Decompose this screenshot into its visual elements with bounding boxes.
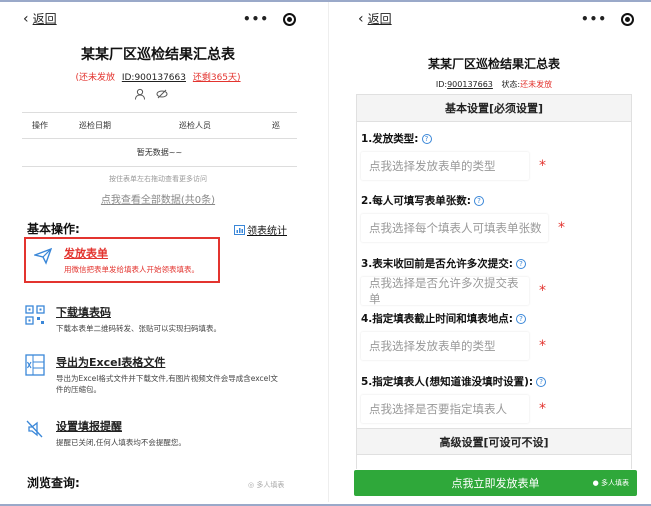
- screenshot: ‹ 返回 ••• 某某厂区巡检结果汇总表 (还未发放 ID:900137663 …: [0, 0, 651, 506]
- form-meta-right: ID:900137663 状态:还未发放: [435, 80, 553, 89]
- browse-heading: 浏览查询:: [27, 476, 80, 490]
- qrcode-icon: [24, 304, 46, 326]
- help-icon[interactable]: ?: [474, 195, 484, 206]
- more-icon[interactable]: •••: [581, 12, 607, 26]
- required-marker: *: [558, 220, 565, 236]
- chevron-left-icon: ‹: [23, 10, 29, 27]
- chart-icon: [234, 224, 245, 235]
- advanced-settings-panel: [356, 455, 632, 469]
- send-icon: [32, 245, 54, 267]
- data-table[interactable]: 操作 巡检日期 巡检人员 巡 暂无数据~~: [22, 112, 297, 167]
- required-marker: *: [539, 338, 546, 354]
- help-icon[interactable]: ?: [516, 258, 526, 269]
- panel-separator: [328, 2, 329, 502]
- view-all-link[interactable]: 点我查看全部数据(共0条): [19, 191, 297, 206]
- op-set-reminder[interactable]: 设置填报提醒 提醒已关闭,任何人填表均不会提醒您。: [24, 418, 299, 448]
- back-button[interactable]: ‹ 返回: [23, 10, 57, 27]
- basic-settings-header: 基本设置[必须设置]: [357, 95, 631, 122]
- distribute-now-button[interactable]: 点我立即发放表单 ● 多人填表: [354, 470, 637, 496]
- required-marker: *: [539, 401, 546, 417]
- select-assign-fillers[interactable]: 点我选择是否要指定填表人: [361, 395, 529, 423]
- form-meta: (还未发放 ID:900137663 还剩365天): [75, 73, 241, 83]
- field-multiple-submit: 3.表末收回前是否允许多次提交:? 点我选择是否允许多次提交表单 *: [361, 258, 546, 306]
- user-icon[interactable]: [134, 88, 146, 100]
- eye-off-icon[interactable]: [156, 88, 168, 100]
- form-id-link-right[interactable]: 900137663: [447, 80, 493, 89]
- select-deadline-location[interactable]: 点我选择发放表单的类型: [361, 332, 529, 360]
- select-distribution-type[interactable]: 点我选择发放表单的类型: [361, 152, 529, 180]
- help-icon[interactable]: ?: [536, 376, 547, 387]
- page-title: 某某厂区巡检结果汇总表: [81, 47, 235, 63]
- table-empty-row: 暂无数据~~: [22, 139, 297, 167]
- top-divider: [0, 0, 651, 2]
- stats-link[interactable]: 领表统计: [234, 222, 287, 237]
- field-deadline-location: 4.指定填表截止时间和填表地点:? 点我选择发放表单的类型 *: [361, 311, 631, 360]
- table-header: 操作 巡检日期 巡检人员 巡: [22, 113, 297, 139]
- basic-ops-heading: 基本操作:: [27, 222, 80, 236]
- field-assign-fillers: 5.指定填表人(想知道谁没填时设置):? 点我选择是否要指定填表人 *: [361, 374, 631, 423]
- page-title-right: 某某厂区巡检结果汇总表: [427, 57, 560, 71]
- chevron-left-icon: ‹: [358, 10, 364, 27]
- swipe-hint: 按住表单左右拖动查看更多访问: [109, 175, 207, 183]
- field-distribution-type: 1.发放类型:? 点我选择发放表单的类型 *: [361, 131, 631, 180]
- excel-icon: [24, 354, 46, 376]
- brand-watermark-left: ◎ 多人填表: [248, 481, 285, 489]
- wechat-icon: ◎: [248, 481, 255, 489]
- form-id-link[interactable]: ID:900137663: [122, 73, 186, 83]
- back-button-right[interactable]: ‹ 返回: [358, 10, 392, 27]
- field-forms-per-person: 2.每人可填写表单张数:? 点我选择每个填表人可填表单张数 *: [361, 193, 631, 242]
- required-marker: *: [539, 158, 546, 174]
- more-icon[interactable]: •••: [243, 12, 269, 26]
- help-icon[interactable]: ?: [516, 313, 526, 324]
- mute-icon: [24, 418, 46, 440]
- wechat-icon: ●: [592, 479, 599, 487]
- select-multiple-submit[interactable]: 点我选择是否允许多次提交表单: [361, 276, 529, 306]
- close-target-icon[interactable]: [283, 12, 297, 26]
- op-download-qrcode[interactable]: 下载填表码 下载本表单二维码转发、张贴可以实现扫码填表。: [24, 304, 299, 334]
- meta-icons: [134, 88, 168, 100]
- op-export-excel[interactable]: 导出为Excel表格文件 导出为Excel格式文件并下载文件,有图片视频文件会导…: [24, 354, 299, 395]
- op-send-form[interactable]: 发放表单 用微信把表单发给填表人开始领表填表。: [24, 237, 220, 283]
- brand-watermark-right: ● 多人填表: [592, 479, 629, 487]
- miniprogram-capsule[interactable]: •••: [243, 12, 297, 26]
- select-forms-per-person[interactable]: 点我选择每个填表人可填表单张数: [361, 214, 548, 242]
- miniprogram-capsule-right[interactable]: •••: [581, 12, 635, 26]
- advanced-settings-header[interactable]: 高级设置[可设可不设]: [356, 428, 632, 455]
- close-target-icon[interactable]: [621, 12, 635, 26]
- help-icon[interactable]: ?: [421, 133, 432, 144]
- required-marker: *: [539, 283, 546, 299]
